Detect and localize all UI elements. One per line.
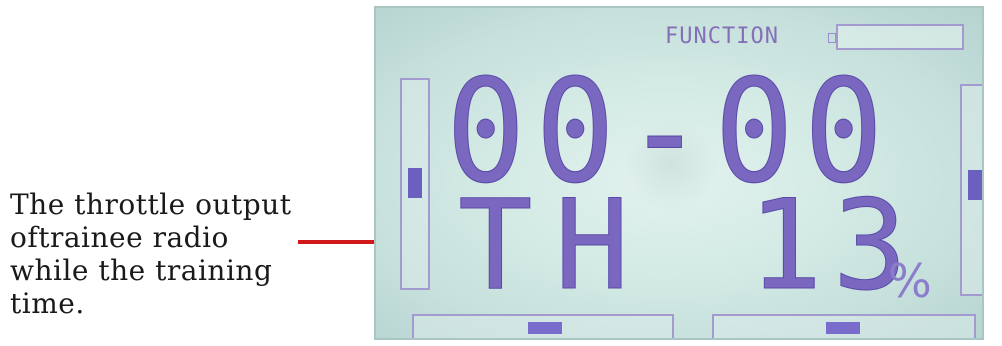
right-trim-indicator: [968, 170, 982, 200]
function-bar: [836, 24, 964, 50]
function-indicator: [828, 33, 836, 43]
annotation-line-4: time.: [10, 287, 85, 320]
left-horizontal-trim: [412, 314, 674, 338]
annotation-text: The throttle output oftrainee radio whil…: [10, 188, 370, 320]
right-horizontal-trim: [712, 314, 976, 338]
left-trim-indicator: [408, 168, 422, 198]
function-label: FUNCTION: [665, 24, 779, 49]
lcd-screen: FUNCTION 00-00 TH 13 %: [374, 6, 984, 340]
left-vertical-trim: [400, 78, 430, 290]
right-htrim-indicator: [826, 322, 860, 334]
annotation-line-2: oftrainee radio: [10, 221, 229, 254]
annotation-line-3: while the training: [10, 254, 273, 287]
percent-unit: %: [888, 254, 932, 308]
right-vertical-trim: [960, 84, 982, 296]
left-htrim-indicator: [528, 322, 562, 334]
annotation-line-1: The throttle output: [10, 188, 292, 221]
mode-display: TH: [457, 174, 652, 318]
